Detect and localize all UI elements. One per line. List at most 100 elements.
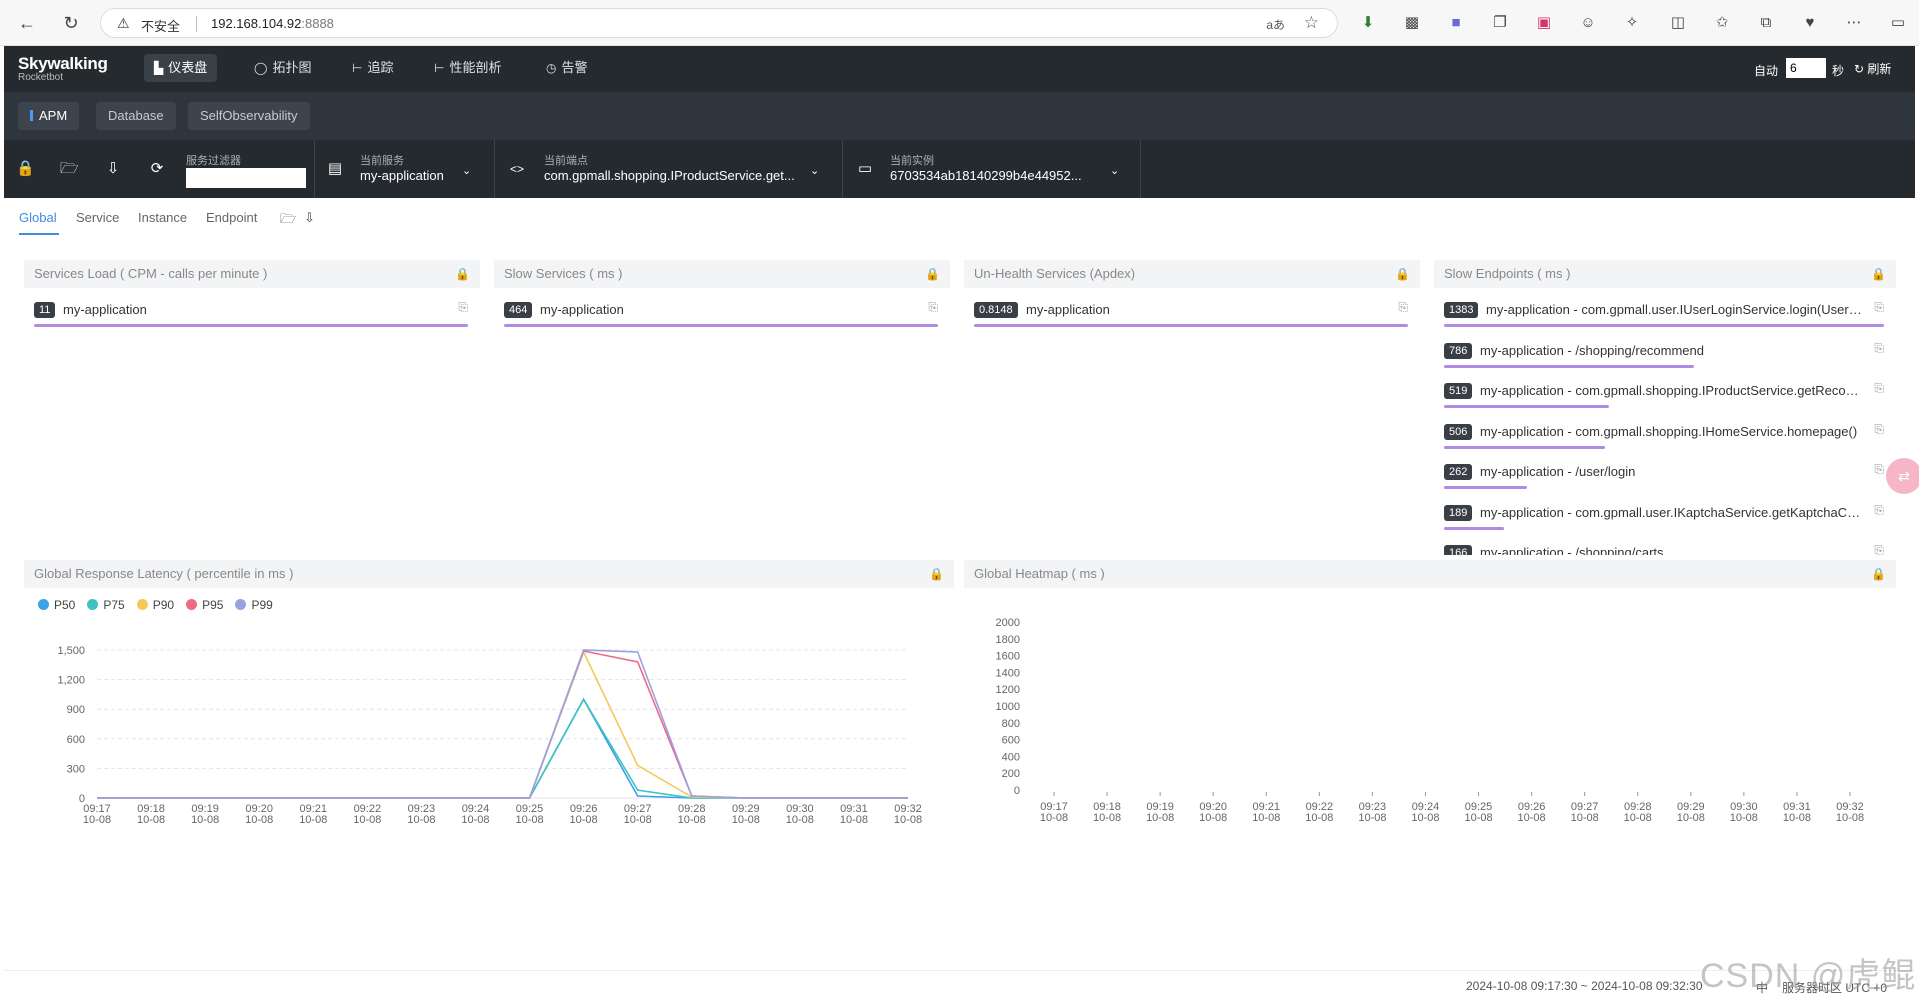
list-item[interactable]: 506 my-application - com.gpmall.shopping.… [1444, 418, 1884, 454]
extension-download-icon[interactable]: ⬇ [1358, 13, 1378, 33]
legend-item[interactable]: P99 [235, 598, 273, 612]
series-line [97, 697, 908, 799]
sync-icon[interactable]: ⟳ [148, 160, 166, 178]
time-range[interactable]: 2024-10-08 09:17:30 ~ 2024-10-08 09:32:3… [1466, 979, 1703, 993]
sidebar-toggle-icon[interactable]: ▭ [1888, 13, 1908, 33]
y-tick-label: 300 [67, 763, 85, 775]
folder-icon[interactable]: 🗁 [60, 160, 79, 178]
tab-endpoint[interactable]: Endpoint [206, 210, 257, 225]
warning-icon: ⚠ [117, 15, 130, 31]
y-tick-label: 1,500 [57, 645, 85, 657]
layer-tab-selfobservability[interactable]: SelfObservability [188, 102, 310, 130]
copy-icon[interactable]: ⎘ [458, 300, 468, 315]
lock-icon[interactable]: 🔒 [16, 160, 35, 178]
list-item[interactable]: 519 my-application - com.gpmall.shopping.… [1444, 377, 1884, 413]
y-tick-label: 2000 [996, 617, 1020, 629]
instance-selector-label: 当前实例 [890, 155, 934, 167]
x-tick-label: 10-08 [1146, 812, 1174, 824]
legend-label: P99 [251, 598, 273, 612]
reload-icon[interactable]: ↻ [60, 12, 82, 34]
list-item[interactable]: 786 my-application - /shopping/recommend ⎘ [1444, 337, 1884, 373]
item-label: my-application - com.gpmall.shopping.IHo… [1480, 423, 1858, 439]
list-item[interactable]: 464 my-application ⎘ [504, 296, 938, 332]
copy-icon[interactable]: ⎘ [1874, 543, 1884, 555]
item-label: my-application - com.gpmall.user.IKaptch… [1480, 504, 1866, 520]
copy-icon[interactable]: ⎘ [1874, 422, 1884, 437]
lock-icon[interactable]: 🔒 [1871, 260, 1886, 288]
copy-icon[interactable]: ⎘ [1398, 300, 1408, 315]
nav-dashboard[interactable]: ▙ 仪表盘 [144, 54, 218, 82]
nav-trace[interactable]: ⊢ 追踪 [342, 54, 403, 82]
extension-face-icon[interactable]: ☺ [1578, 13, 1598, 33]
y-tick-label: 600 [1002, 735, 1020, 747]
legend-item[interactable]: P95 [186, 598, 223, 612]
translate-float-icon[interactable]: ⇄ [1886, 458, 1919, 494]
extension-puzzle-icon[interactable]: ■ [1446, 13, 1466, 33]
copy-icon[interactable]: ⎘ [1874, 381, 1884, 396]
instance-selector-value: 6703534ab18140299b4e44952... [890, 168, 1082, 183]
browser-essentials-icon[interactable]: ♥ [1800, 13, 1820, 33]
favorite-star-icon[interactable]: ☆ [1304, 13, 1319, 33]
lock-icon[interactable]: 🔒 [455, 260, 470, 288]
address-bar[interactable]: ⚠ 不安全 192.168.104.92:8888 aあ ☆ [100, 8, 1338, 38]
selector-toolbar: 🔒 🗁 ⇩ ⟳ 服务过滤器 ▤ 当前服务 my-application ⌄ <>… [4, 140, 1915, 198]
import-folder-icon[interactable]: 🗁 [280, 210, 296, 232]
tab-service[interactable]: Service [76, 210, 119, 225]
dashboard-icon: ▙ [154, 61, 164, 75]
toolbar-divider [1140, 140, 1141, 198]
panel-title-text: Global Heatmap ( ms ) [974, 566, 1105, 581]
x-tick-label: 10-08 [1252, 812, 1280, 824]
extension-translate-icon[interactable]: ▣ [1534, 13, 1554, 33]
logo[interactable]: Skywalking Rocketbot [18, 54, 108, 83]
auto-refresh-interval-input[interactable]: 6 [1786, 58, 1826, 78]
copy-icon[interactable]: ⎘ [1874, 462, 1884, 477]
tab-global[interactable]: Global [19, 210, 57, 225]
nav-alarm[interactable]: ◷ 告警 [536, 54, 598, 82]
download-icon[interactable]: ⇩ [104, 160, 122, 178]
list-item[interactable]: 166 my-application - /shopping/carts ⎘ [1444, 539, 1884, 555]
auto-refresh-label[interactable]: 自动 [1754, 62, 1778, 79]
back-icon[interactable]: ← [16, 12, 38, 34]
copy-icon[interactable]: ⎘ [1874, 341, 1884, 356]
y-tick-label: 1,200 [57, 675, 85, 687]
layer-tab-apm[interactable]: APM [18, 102, 80, 130]
lock-icon[interactable]: 🔒 [929, 560, 944, 588]
panel-title: Un-Health Services (Apdex) 🔒 [964, 260, 1420, 288]
more-menu-icon[interactable]: ⋯ [1844, 13, 1864, 33]
nav-topology[interactable]: ◯ 拓扑图 [244, 54, 321, 82]
url-text[interactable]: 192.168.104.92:8888 [211, 16, 334, 31]
service-filter-input[interactable] [186, 168, 306, 188]
extension-copy-icon[interactable]: ❐ [1490, 13, 1510, 33]
x-tick-label: 10-08 [461, 814, 489, 826]
copy-icon[interactable]: ⎘ [928, 300, 938, 315]
list-item[interactable]: 11 my-application ⎘ [34, 296, 468, 332]
split-screen-icon[interactable]: ◫ [1668, 13, 1688, 33]
lock-icon[interactable]: 🔒 [1395, 260, 1410, 288]
export-download-icon[interactable]: ⇩ [304, 210, 315, 226]
extension-game-icon[interactable]: ▩ [1402, 13, 1422, 33]
copy-icon[interactable]: ⎘ [1874, 503, 1884, 518]
legend-item[interactable]: P50 [38, 598, 75, 612]
copy-icon[interactable]: ⎘ [1874, 300, 1884, 315]
legend-item[interactable]: P75 [87, 598, 125, 612]
layer-tab-database[interactable]: Database [96, 102, 176, 130]
endpoint-selector-value: com.gpmall.shopping.IProductService.get.… [544, 168, 795, 183]
value-badge: 786 [1444, 342, 1473, 359]
list-item[interactable]: 262 my-application - /user/login ⎘ [1444, 458, 1884, 494]
list-item[interactable]: 0.8148 my-application ⎘ [974, 296, 1408, 332]
legend-item[interactable]: P90 [136, 598, 174, 612]
read-aloud-icon[interactable]: aあ [1266, 16, 1285, 33]
y-tick-label: 800 [1002, 718, 1020, 730]
service-selector-value: my-application [360, 168, 444, 183]
extensions-icon[interactable]: ✧ [1622, 13, 1642, 33]
panel-title: Slow Services ( ms ) 🔒 [494, 260, 950, 288]
lock-icon[interactable]: 🔒 [925, 260, 940, 288]
tab-instance[interactable]: Instance [138, 210, 187, 225]
list-item[interactable]: 1383 my-application - com.gpmall.user.IUs… [1444, 296, 1884, 332]
lock-icon[interactable]: 🔒 [1871, 560, 1886, 588]
nav-profile[interactable]: ⊢ 性能剖析 [424, 54, 511, 82]
favorites-icon[interactable]: ✩ [1712, 13, 1732, 33]
list-item[interactable]: 189 my-application - com.gpmall.user.IKap… [1444, 499, 1884, 535]
refresh-button[interactable]: ↻ 刷新 [1854, 60, 1891, 77]
collections-icon[interactable]: ⧉ [1756, 13, 1776, 33]
